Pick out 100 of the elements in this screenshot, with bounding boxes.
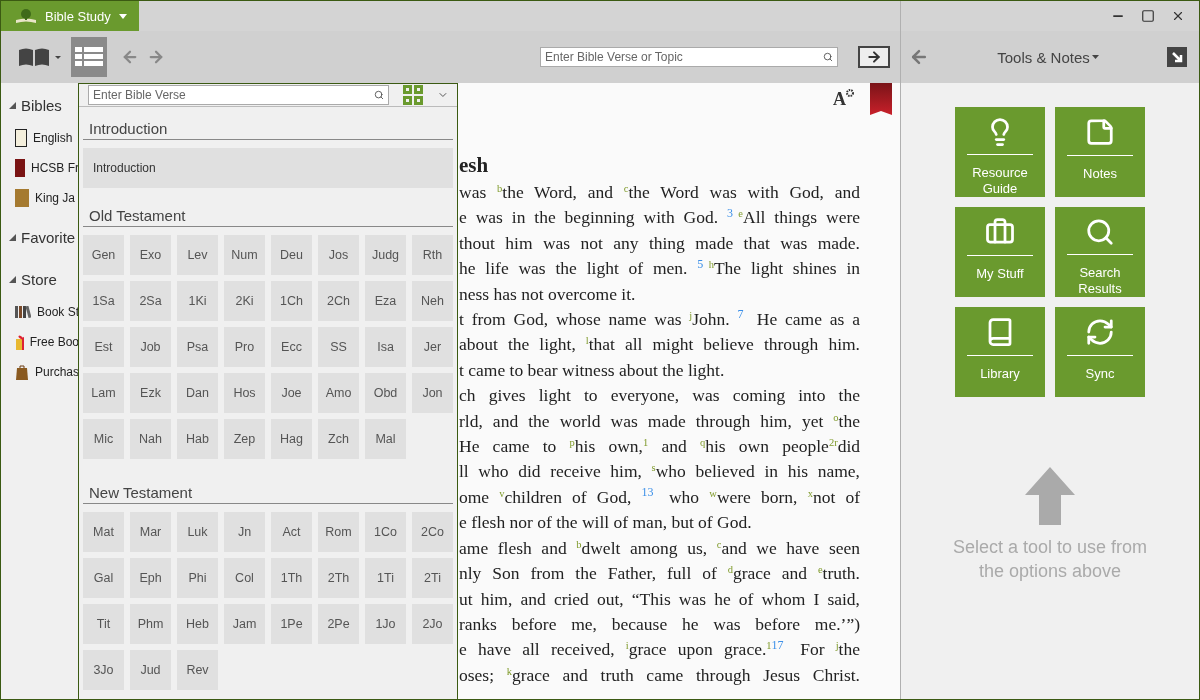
- book-button[interactable]: Gal: [83, 558, 124, 598]
- tool-tile[interactable]: Sync: [1055, 307, 1145, 397]
- book-button[interactable]: Lam: [83, 373, 124, 413]
- contents-button[interactable]: [71, 37, 107, 77]
- scripture-line: ch gives light to everyone, was coming into the: [459, 384, 860, 408]
- book-button[interactable]: Ezk: [130, 373, 171, 413]
- popout-button[interactable]: [1167, 47, 1187, 67]
- book-button[interactable]: Jud: [130, 650, 171, 690]
- tool-tile[interactable]: Search Results: [1055, 207, 1145, 297]
- book-button[interactable]: 2Jo: [412, 604, 453, 644]
- expanded-icon[interactable]: [9, 233, 16, 241]
- book-button[interactable]: Amo: [318, 373, 359, 413]
- book-button[interactable]: Jn: [224, 512, 265, 552]
- book-button[interactable]: Num: [224, 235, 265, 275]
- book-button[interactable]: Mat: [83, 512, 124, 552]
- book-button[interactable]: Psa: [177, 327, 218, 367]
- book-button[interactable]: 1Ti: [365, 558, 406, 598]
- go-button[interactable]: [858, 46, 890, 68]
- book-button[interactable]: Obd: [365, 373, 406, 413]
- book-button[interactable]: Eza: [365, 281, 406, 321]
- book-button[interactable]: Hos: [224, 373, 265, 413]
- section-title[interactable]: Store: [21, 270, 57, 288]
- book-button[interactable]: 2Pe: [318, 604, 359, 644]
- scripture-line: e flesh nor of the will of man, but of God.: [459, 511, 753, 535]
- text-settings-button[interactable]: A: [833, 89, 854, 110]
- verse-search-field[interactable]: Enter Bible Verse: [88, 85, 390, 105]
- book-button[interactable]: Heb: [177, 604, 218, 644]
- close-button[interactable]: [1171, 9, 1185, 23]
- book-button[interactable]: Luk: [177, 512, 218, 552]
- tool-tile[interactable]: Library: [955, 307, 1045, 397]
- book-button[interactable]: 2Ch: [318, 281, 359, 321]
- sidebar-item[interactable]: Purchas: [34, 365, 79, 379]
- book-button[interactable]: Rth: [412, 235, 453, 275]
- book-button[interactable]: Neh: [412, 281, 453, 321]
- verse-search-field[interactable]: Enter Bible Verse or Topic: [540, 47, 838, 67]
- back-icon[interactable]: [909, 47, 929, 67]
- book-button[interactable]: Ecc: [271, 327, 312, 367]
- tool-tile[interactable]: Resource Guide: [955, 107, 1045, 197]
- book-button[interactable]: 1Ch: [271, 281, 312, 321]
- book-button[interactable]: 3Jo: [83, 650, 124, 690]
- book-button[interactable]: Jos: [318, 235, 359, 275]
- book-button[interactable]: Mic: [83, 419, 124, 459]
- app-menu[interactable]: Bible Study: [1, 1, 139, 31]
- book-button[interactable]: Mar: [130, 512, 171, 552]
- book-button[interactable]: 1Co: [365, 512, 406, 552]
- back-icon: [121, 48, 139, 66]
- open-book-icon: [17, 46, 61, 68]
- bookmark-icon[interactable]: [870, 83, 892, 115]
- maximize-button[interactable]: [1141, 9, 1155, 23]
- section-title[interactable]: Bibles: [21, 96, 62, 114]
- book-button[interactable]: SS: [318, 327, 359, 367]
- book-button[interactable]: Pro: [224, 327, 265, 367]
- book-button[interactable]: Exo: [130, 235, 171, 275]
- book-button[interactable]: 1Ki: [177, 281, 218, 321]
- book-button[interactable]: Hab: [177, 419, 218, 459]
- book-button[interactable]: Act: [271, 512, 312, 552]
- book-button[interactable]: Phi: [177, 558, 218, 598]
- book-button[interactable]: Eph: [130, 558, 171, 598]
- book-button[interactable]: Jam: [224, 604, 265, 644]
- book-button[interactable]: Mal: [365, 419, 406, 459]
- book-button[interactable]: 1Sa: [83, 281, 124, 321]
- tool-tile[interactable]: My Stuff: [955, 207, 1045, 297]
- grid-view-icon[interactable]: [403, 85, 424, 105]
- book-button[interactable]: 1Jo: [365, 604, 406, 644]
- sidebar-item[interactable]: King Ja: [35, 191, 76, 205]
- book-button[interactable]: Hag: [271, 419, 312, 459]
- book-button[interactable]: Tit: [83, 604, 124, 644]
- book-button[interactable]: Phm: [130, 604, 171, 644]
- book-button[interactable]: Job: [130, 327, 171, 367]
- book-button[interactable]: 2Co: [412, 512, 453, 552]
- tool-tile[interactable]: Notes: [1055, 107, 1145, 197]
- book-button[interactable]: Dan: [177, 373, 218, 413]
- book-button[interactable]: 2Ti: [412, 558, 453, 598]
- book-button[interactable]: Zep: [224, 419, 265, 459]
- book-button[interactable]: Lev: [177, 235, 218, 275]
- book-button[interactable]: 1Th: [271, 558, 312, 598]
- book-button[interactable]: Rom: [318, 512, 359, 552]
- book-button[interactable]: Est: [83, 327, 124, 367]
- book-button[interactable]: 2Th: [318, 558, 359, 598]
- book-button[interactable]: Judg: [365, 235, 406, 275]
- book-button[interactable]: Jer: [412, 327, 453, 367]
- book-button[interactable]: Zch: [318, 419, 359, 459]
- book-button[interactable]: 2Ki: [224, 281, 265, 321]
- book-button[interactable]: Isa: [365, 327, 406, 367]
- sidebar-item[interactable]: Free Boo: [29, 335, 79, 349]
- sidebar-item[interactable]: English: [33, 131, 73, 145]
- expanded-icon[interactable]: [9, 101, 16, 109]
- book-button[interactable]: Nah: [130, 419, 171, 459]
- book-button[interactable]: Joe: [271, 373, 312, 413]
- book-button[interactable]: 2Sa: [130, 281, 171, 321]
- sidebar-item[interactable]: HCSB Fr: [31, 161, 79, 175]
- book-button[interactable]: Rev: [177, 650, 218, 690]
- section-title[interactable]: Favorite: [21, 228, 76, 246]
- book-button[interactable]: Deu: [271, 235, 312, 275]
- introduction-item[interactable]: Introduction: [83, 148, 453, 188]
- book-button[interactable]: Col: [224, 558, 265, 598]
- expanded-icon[interactable]: [9, 275, 16, 283]
- book-button[interactable]: Gen: [83, 235, 124, 275]
- book-button[interactable]: 1Pe: [271, 604, 312, 644]
- book-button[interactable]: Jon: [412, 373, 453, 413]
